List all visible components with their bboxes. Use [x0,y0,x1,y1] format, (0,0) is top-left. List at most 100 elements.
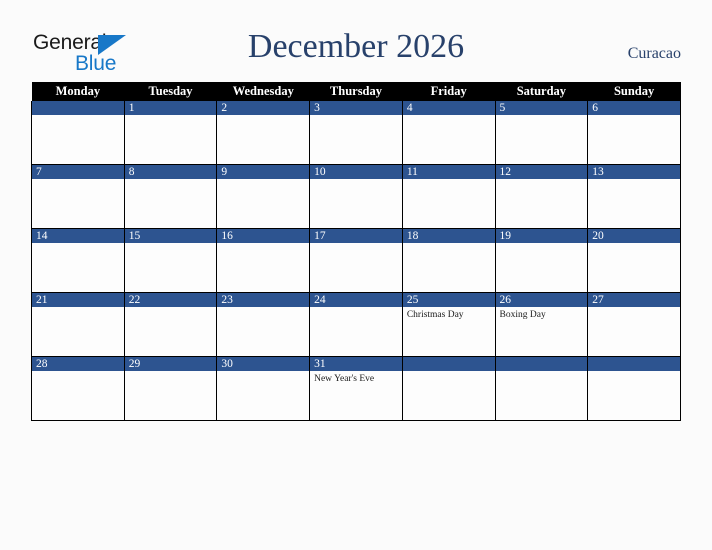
calendar-day-cell[interactable]: 13 [587,164,681,229]
weekday-header-wednesday: Wednesday [216,82,310,101]
day-number: 3 [310,101,402,115]
calendar-day-cell[interactable]: 27 [587,292,681,357]
day-cell-content: 31 New Year's Eve [310,357,402,420]
calendar-day-cell[interactable]: 25 Christmas Day [401,292,496,357]
day-cell-content: 1 [124,101,217,164]
calendar-day-cell[interactable]: 8 [123,164,218,229]
day-number: 18 [402,229,495,243]
day-cell-content: 20 [588,229,680,292]
day-number [32,101,124,115]
day-number: 4 [402,101,495,115]
day-cell-content: 4 [402,101,495,164]
calendar-day-cell[interactable]: 26 Boxing Day [494,292,589,357]
weekday-header-monday: Monday [31,82,125,101]
calendar-day-cell[interactable]: 3 [309,101,403,165]
day-cell-content: 15 [124,229,217,292]
calendar-header-row: Monday Tuesday Wednesday Thursday Friday… [31,82,681,101]
day-cell-content: 27 [588,293,680,356]
day-cell-content: 29 [124,357,217,420]
calendar-week-row: 123456 [31,101,681,165]
calendar-day-cell[interactable]: 22 [123,292,218,357]
calendar-day-cell[interactable]: 9 [216,164,311,229]
day-number: 8 [124,165,217,179]
day-number: 11 [402,165,495,179]
calendar-day-cell[interactable]: 11 [401,164,496,229]
locale-label: Curacao [627,45,681,62]
calendar-day-cell[interactable]: 20 [587,228,681,293]
weekday-header-tuesday: Tuesday [124,82,217,101]
calendar-week-row: 14 15 16 17 18 19 20 [31,228,681,293]
calendar-day-cell[interactable]: 2 [216,101,311,165]
day-number [402,357,495,371]
calendar-day-cell[interactable]: 24 [309,292,403,357]
day-events: New Year's Eve [310,371,402,385]
day-number: 23 [217,293,310,307]
calendar-day-cell[interactable]: 28 [31,356,125,421]
calendar-day-cell[interactable]: 4 [401,101,496,165]
day-number: 25 [402,293,495,307]
calendar-day-cell[interactable] [587,356,681,421]
day-cell-content: 13 [588,165,680,228]
calendar-day-cell[interactable]: 10 [309,164,403,229]
calendar-day-cell[interactable]: 14 [31,228,125,293]
day-number: 15 [124,229,217,243]
calendar-day-cell[interactable]: 12 [494,164,589,229]
day-cell-content: 2 [217,101,310,164]
weekday-header-saturday: Saturday [495,82,588,101]
day-cell-content: 21 [32,293,124,356]
calendar-week-row: 21 22 23 24 25 Christmas Day 26 Boxing Day 27 [31,292,681,357]
day-events: Christmas Day [403,307,495,321]
day-number: 16 [217,229,310,243]
day-number: 27 [588,293,680,307]
calendar-day-cell[interactable]: 18 [401,228,496,293]
page-header: General Blue December 2026 Curacao [0,0,712,82]
calendar-day-cell[interactable] [401,356,496,421]
holiday-event-label: Christmas Day [406,310,464,320]
day-number: 7 [32,165,124,179]
day-cell-content: 6 [588,101,680,164]
calendar-day-cell[interactable]: 17 [309,228,403,293]
day-cell-content: 18 [402,229,495,292]
day-number: 24 [310,293,402,307]
calendar-day-cell[interactable]: 19 [494,228,589,293]
day-cell-content [588,357,680,420]
day-cell-content: 8 [124,165,217,228]
day-events: Boxing Day [496,307,588,321]
day-cell-content: 3 [310,101,402,164]
calendar-day-cell[interactable] [31,101,125,165]
calendar-day-cell[interactable] [494,356,589,421]
calendar-day-cell[interactable]: 6 [587,101,681,165]
day-number: 10 [310,165,402,179]
day-number: 5 [495,101,588,115]
calendar-day-cell[interactable]: 23 [216,292,311,357]
calendar-grid: Monday Tuesday Wednesday Thursday Friday… [31,82,681,421]
day-number: 29 [124,357,217,371]
day-cell-content: 28 [32,357,124,420]
calendar-day-cell[interactable]: 31 New Year's Eve [309,356,403,421]
day-number: 12 [495,165,588,179]
calendar-day-cell[interactable]: 5 [494,101,589,165]
calendar-day-cell[interactable]: 1 [123,101,218,165]
calendar-day-cell[interactable]: 15 [123,228,218,293]
day-cell-content: 19 [495,229,588,292]
calendar-day-cell[interactable]: 7 [31,164,125,229]
day-number: 30 [217,357,310,371]
calendar-day-cell[interactable]: 30 [216,356,311,421]
day-number: 14 [32,229,124,243]
day-cell-content [32,101,124,164]
holiday-event-label: New Year's Eve [314,374,375,384]
calendar-day-cell[interactable]: 16 [216,228,311,293]
calendar-week-row: 7 8 9 10 11 12 13 [31,164,681,229]
day-cell-content: 10 [310,165,402,228]
day-cell-content: 16 [217,229,310,292]
calendar-day-cell[interactable]: 29 [123,356,218,421]
holiday-event-label: Boxing Day [499,310,546,320]
day-cell-content: 9 [217,165,310,228]
day-number: 2 [217,101,310,115]
day-cell-content: 30 [217,357,310,420]
calendar-day-cell[interactable]: 21 [31,292,125,357]
day-cell-content: 25 Christmas Day [402,293,495,356]
day-number [588,357,680,371]
day-number: 21 [32,293,124,307]
weekday-header-friday: Friday [402,82,496,101]
